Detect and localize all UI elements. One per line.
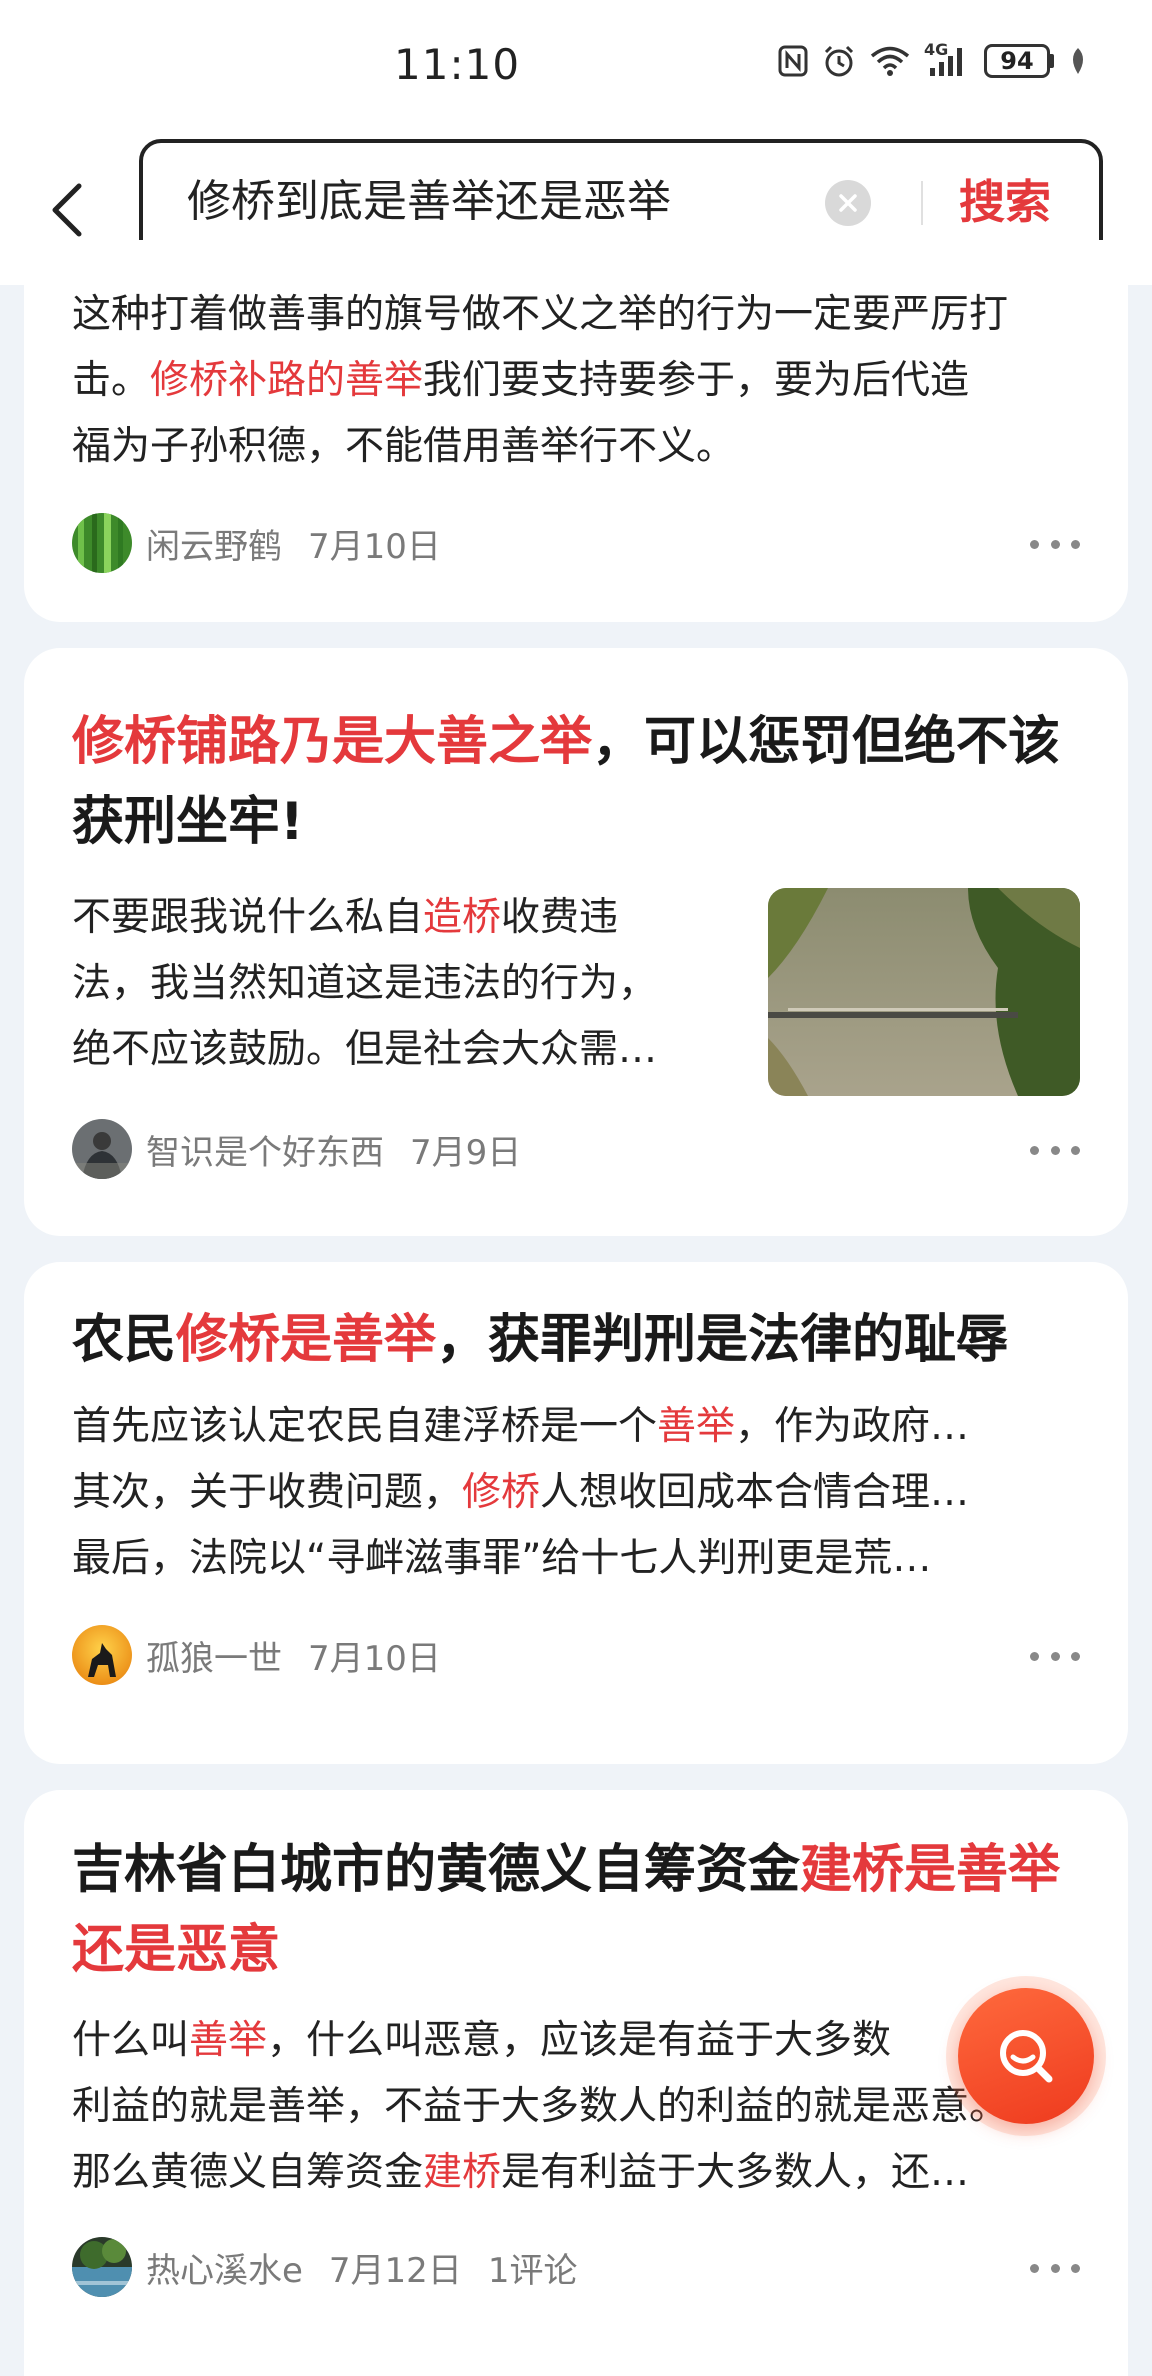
card-body-line: 不要跟我说什么私自造桥收费违 xyxy=(72,895,619,940)
floating-search-button[interactable] xyxy=(946,1976,1106,2136)
highlight-term: 善举 xyxy=(657,1404,736,1449)
author-name[interactable]: 孤狼一世 xyxy=(146,1631,282,1680)
highlight-term: 建桥 xyxy=(423,2150,502,2195)
more-options-button[interactable] xyxy=(1030,2258,1080,2278)
status-bar: 11:10 4G 94 xyxy=(0,0,1152,135)
more-options-button[interactable] xyxy=(1030,1646,1080,1666)
card-body-line: 那么黄德义自筹资金建桥是有利益于大多数人，还… xyxy=(72,2150,970,2195)
alarm-icon xyxy=(824,45,854,77)
more-options-button[interactable] xyxy=(1030,534,1080,554)
post-date: 7月9日 xyxy=(410,1132,522,1173)
back-button[interactable] xyxy=(36,175,96,245)
post-date: 7月10日 xyxy=(308,526,441,567)
highlight-term: 善举 xyxy=(189,2018,268,2063)
author-name[interactable]: 智识是个好东西 xyxy=(146,1125,384,1174)
search-icon xyxy=(1000,2030,1053,2083)
clear-icon[interactable] xyxy=(825,180,871,226)
highlight-term: 修桥 xyxy=(462,1470,541,1515)
card-body-line: 福为子孙积德，不能借用善举行不义。 xyxy=(72,424,736,469)
more-options-button[interactable] xyxy=(1030,1140,1080,1160)
nfc-icon xyxy=(778,45,808,77)
avatar[interactable] xyxy=(72,1119,132,1179)
card-body-line: 其次，关于收费问题，修桥人想收回成本合情合理… xyxy=(72,1470,970,1515)
result-card[interactable]: 这种打着做善事的旗号做不义之举的行为一定要严厉打 击。修桥补路的善举我们要支持要… xyxy=(24,240,1128,622)
card-body-line: 最后，法院以“寻衅滋事罪”给十七人判刑更是荒… xyxy=(72,1536,932,1581)
avatar[interactable] xyxy=(72,513,132,573)
avatar[interactable] xyxy=(72,1625,132,1685)
card-title[interactable]: 吉林省白城市的黄德义自筹资金建桥是善举还是恶意 xyxy=(72,1830,1072,1990)
card-meta: 智识是个好东西 7月9日 xyxy=(72,1118,547,1180)
author-name[interactable]: 闲云野鹤 xyxy=(146,519,282,568)
card-body-line: 绝不应该鼓励。但是社会大众需… xyxy=(72,1027,658,1072)
card-body-line: 利益的就是善举，不益于大多数人的利益的就是恶意。 xyxy=(72,2084,1009,2129)
card-meta: 闲云野鹤 7月10日 xyxy=(72,512,467,574)
card-body-line: 击。修桥补路的善举我们要支持要参于，要为后代造 xyxy=(72,358,970,403)
post-date: 7月12日 xyxy=(328,2250,462,2291)
card-body-line: 这种打着做善事的旗号做不义之举的行为一定要严厉打 xyxy=(72,292,1009,337)
wifi-icon xyxy=(870,46,910,76)
thumbnail-image[interactable] xyxy=(768,888,1080,1096)
highlight-term: 修桥是善举 xyxy=(176,1310,437,1370)
highlight-term: 修桥补路的善举 xyxy=(150,358,424,403)
result-card[interactable]: 修桥铺路乃是大善之举，可以惩罚但绝不该获刑坐牢! 不要跟我说什么私自造桥收费违 … xyxy=(24,648,1128,1236)
author-name[interactable]: 热心溪水e xyxy=(146,2243,303,2292)
battery-level: 94 xyxy=(984,44,1050,78)
battery-icon: 94 xyxy=(984,44,1054,78)
highlight-term: 修桥铺路乃是大善之举 xyxy=(72,712,593,772)
cellular-signal-icon: 4G xyxy=(924,40,970,78)
avatar[interactable] xyxy=(72,2237,132,2297)
card-meta: 孤狼一世 7月10日 xyxy=(72,1624,467,1686)
status-icons: 4G 94 xyxy=(778,40,1088,78)
back-arrow-icon xyxy=(52,183,82,237)
card-title[interactable]: 修桥铺路乃是大善之举，可以惩罚但绝不该获刑坐牢! xyxy=(72,702,1082,862)
search-divider xyxy=(921,181,923,225)
result-card[interactable]: 农民修桥是善举，获罪判刑是法律的耻辱 首先应该认定农民自建浮桥是一个善举，作为政… xyxy=(24,1262,1128,1764)
card-meta: 热心溪水e 7月12日 1评论 xyxy=(72,2236,577,2298)
card-body-line: 法，我当然知道这是违法的行为， xyxy=(72,961,658,1006)
card-body-line: 什么叫善举，什么叫恶意，应该是有益于大多数 xyxy=(72,2018,892,2063)
card-title[interactable]: 农民修桥是善举，获罪判刑是法律的耻辱 xyxy=(72,1300,1082,1380)
status-time: 11:10 xyxy=(394,40,521,89)
leaf-icon xyxy=(1073,48,1083,74)
post-date: 7月10日 xyxy=(308,1638,441,1679)
card-body-line: 首先应该认定农民自建浮桥是一个善举，作为政府… xyxy=(72,1404,970,1449)
highlight-term: 造桥 xyxy=(423,895,502,940)
comment-count[interactable]: 1评论 xyxy=(488,2243,578,2292)
